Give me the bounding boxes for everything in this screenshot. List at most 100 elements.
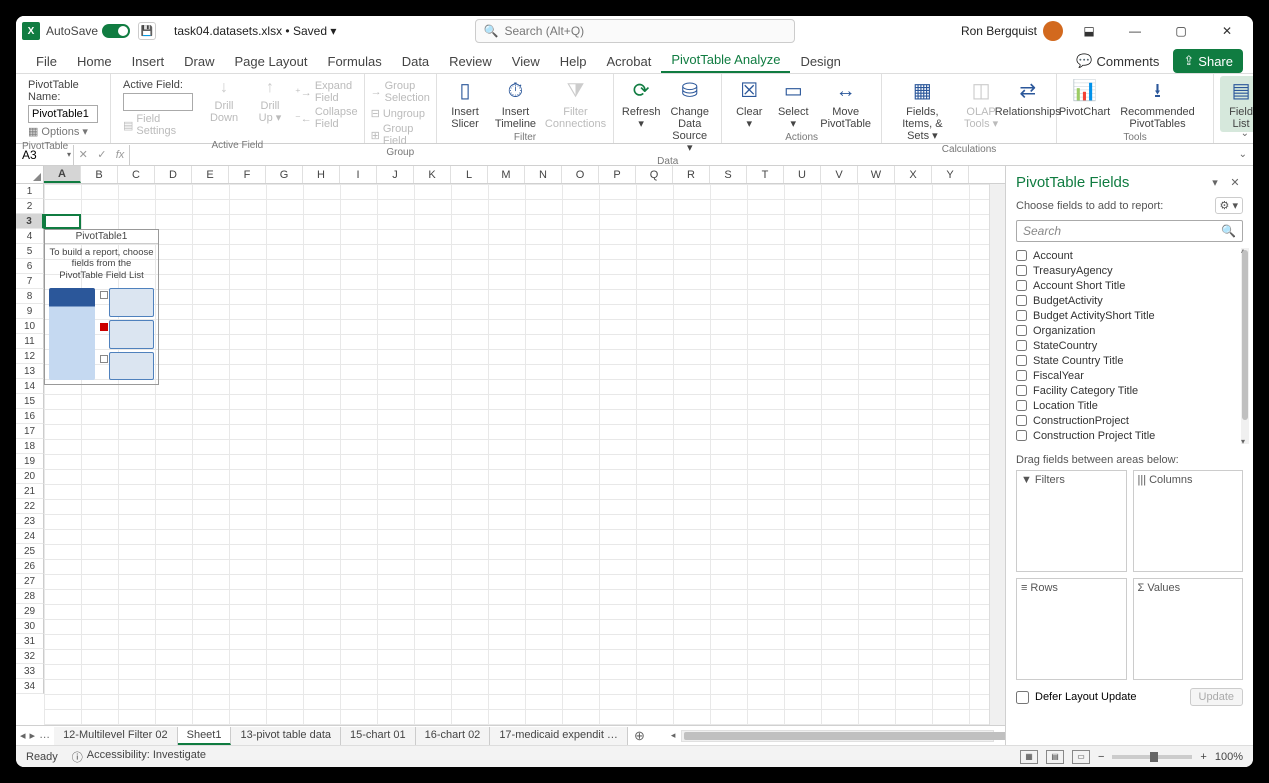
col-header[interactable]: G [266,166,303,183]
row-header[interactable]: 11 [16,334,44,349]
field-list-button[interactable]: ▤Field List [1220,76,1253,132]
field-item[interactable]: Facility Category Title [1016,383,1249,398]
col-header[interactable]: X [895,166,932,183]
col-header[interactable]: F [229,166,266,183]
field-item[interactable]: Construction Project Title [1016,428,1249,443]
page-layout-view-button[interactable]: ▤ [1046,750,1064,764]
col-header[interactable]: C [118,166,155,183]
active-field-input[interactable] [123,93,193,111]
close-taskpane-button[interactable]: ✕ [1227,175,1243,191]
sheet-tab[interactable]: 16-chart 02 [416,727,491,745]
selected-cell[interactable] [44,214,81,229]
row-header[interactable]: 33 [16,664,44,679]
row-header[interactable]: 17 [16,424,44,439]
row-header[interactable]: 22 [16,499,44,514]
col-header[interactable]: U [784,166,821,183]
field-checkbox[interactable] [1016,400,1027,411]
normal-view-button[interactable]: ▦ [1020,750,1038,764]
select-button[interactable]: ▭Select ▾ [772,76,814,132]
user-name[interactable]: Ron Bergquist [961,24,1037,38]
tab-page-layout[interactable]: Page Layout [225,50,318,73]
close-button[interactable]: ✕ [1207,17,1247,45]
select-all-corner[interactable] [16,166,44,183]
columns-area[interactable]: |||Columns [1133,470,1244,572]
field-checkbox[interactable] [1016,415,1027,426]
row-header[interactable]: 10 [16,319,44,334]
col-header[interactable]: P [599,166,636,183]
comments-button[interactable]: 💬Comments [1070,50,1165,72]
row-header[interactable]: 4 [16,229,44,244]
tab-formulas[interactable]: Formulas [318,50,392,73]
tab-design[interactable]: Design [790,50,850,73]
col-header[interactable]: J [377,166,414,183]
col-header[interactable]: N [525,166,562,183]
horizontal-scrollbar[interactable] [681,730,994,742]
field-checkbox[interactable] [1016,325,1027,336]
sheet-nav-first[interactable]: ◂ [20,729,26,742]
relationships-button[interactable]: ⇄Relationships [1005,76,1050,120]
col-header[interactable]: I [340,166,377,183]
field-checkbox[interactable] [1016,295,1027,306]
add-sheet-button[interactable]: ⊕ [628,728,651,744]
col-header[interactable]: E [192,166,229,183]
row-header[interactable]: 26 [16,559,44,574]
defer-update-checkbox[interactable] [1016,691,1029,704]
col-header[interactable]: S [710,166,747,183]
vertical-scrollbar[interactable] [989,184,1005,725]
field-checkbox[interactable] [1016,310,1027,321]
row-header[interactable]: 23 [16,514,44,529]
tab-data[interactable]: Data [392,50,439,73]
field-checkbox[interactable] [1016,340,1027,351]
col-header[interactable]: A [44,166,81,183]
tab-insert[interactable]: Insert [122,50,175,73]
col-header[interactable]: V [821,166,858,183]
ribbon-mode-icon[interactable]: ⬓ [1069,17,1109,45]
tab-view[interactable]: View [502,50,550,73]
field-item[interactable]: Organization [1016,323,1249,338]
col-header[interactable]: L [451,166,488,183]
search-input[interactable]: 🔍 Search (Alt+Q) [475,19,795,43]
insert-timeline-button[interactable]: ⏱Insert Timeline [489,76,542,132]
fx-icon[interactable]: fx [116,149,125,161]
field-item[interactable]: StateCountry [1016,338,1249,353]
row-header[interactable]: 24 [16,529,44,544]
minimize-button[interactable]: — [1115,17,1155,45]
row-header[interactable]: 15 [16,394,44,409]
pt-name-input[interactable] [28,105,98,123]
sheet-tab[interactable]: Sheet1 [178,727,232,745]
col-header[interactable]: Y [932,166,969,183]
move-pivot-button[interactable]: ↔Move PivotTable [816,76,875,132]
cell-grid[interactable]: PivotTable1 To build a report, choose fi… [44,184,989,725]
tab-file[interactable]: File [26,50,67,73]
col-header[interactable]: R [673,166,710,183]
zoom-out-button[interactable]: − [1098,751,1104,763]
tab-draw[interactable]: Draw [174,50,224,73]
col-header[interactable]: Q [636,166,673,183]
field-checkbox[interactable] [1016,280,1027,291]
row-header[interactable]: 1 [16,184,44,199]
recommended-pt-button[interactable]: ⭳Recommended PivotTables [1108,76,1207,132]
row-header[interactable]: 18 [16,439,44,454]
rows-area[interactable]: ≡Rows [1016,578,1127,680]
row-header[interactable]: 13 [16,364,44,379]
row-header[interactable]: 28 [16,589,44,604]
row-header[interactable]: 25 [16,544,44,559]
row-header[interactable]: 31 [16,634,44,649]
tab-pivottable-analyze[interactable]: PivotTable Analyze [661,48,790,73]
field-checkbox[interactable] [1016,385,1027,396]
field-checkbox[interactable] [1016,355,1027,366]
clear-button[interactable]: ☒Clear ▾ [728,76,770,132]
row-header[interactable]: 27 [16,574,44,589]
row-header[interactable]: 12 [16,349,44,364]
field-checkbox[interactable] [1016,430,1027,441]
sheet-nav-more[interactable]: … [39,729,50,742]
field-item[interactable]: ConstructionProject [1016,413,1249,428]
sheet-nav-prev[interactable]: ▸ [30,729,36,742]
scroll-down-icon[interactable]: ▾ [1241,437,1245,444]
share-button[interactable]: ⇪Share [1173,49,1243,73]
change-data-source-button[interactable]: ⛁Change Data Source ▾ [664,76,715,156]
row-header[interactable]: 20 [16,469,44,484]
fields-scrollbar[interactable]: ▴ ▾ [1241,248,1249,444]
sheet-tab[interactable]: 13-pivot table data [231,727,341,745]
col-header[interactable]: O [562,166,599,183]
